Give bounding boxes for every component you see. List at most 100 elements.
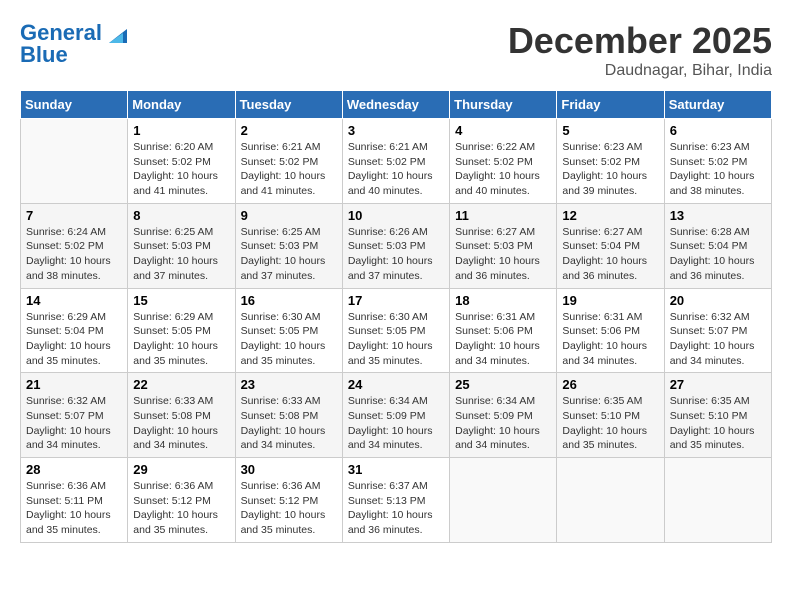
day-info: Sunrise: 6:35 AM Sunset: 5:10 PM Dayligh… — [670, 394, 766, 453]
day-number: 23 — [241, 377, 337, 392]
day-number: 12 — [562, 208, 658, 223]
calendar-cell: 20Sunrise: 6:32 AM Sunset: 5:07 PM Dayli… — [664, 288, 771, 373]
weekday-header-monday: Monday — [128, 91, 235, 119]
calendar-cell: 16 Sunrise: 6:30 AM Sunset: 5:05 PM Dayli… — [235, 288, 342, 373]
calendar-week-5: 28 Sunrise: 6:36 AM Sunset: 5:11 PM Dayli… — [21, 458, 772, 543]
day-number: 7 — [26, 208, 122, 223]
day-info: Sunrise: 6:37 AM Sunset: 5:13 PM Dayligh… — [348, 479, 444, 538]
day-info: Sunrise: 6:22 AM Sunset: 5:02 PM Dayligh… — [455, 140, 551, 199]
month-title: December 2025 — [508, 20, 772, 62]
day-info: Sunrise: 6:36 AM Sunset: 5:11 PM Dayligh… — [26, 479, 122, 538]
day-info: Sunrise: 6:27 AM Sunset: 5:03 PM Dayligh… — [455, 225, 551, 284]
calendar-cell: 14Sunrise: 6:29 AM Sunset: 5:04 PM Dayli… — [21, 288, 128, 373]
weekday-header-tuesday: Tuesday — [235, 91, 342, 119]
day-number: 2 — [241, 123, 337, 138]
calendar-cell — [450, 458, 557, 543]
day-info: Sunrise: 6:23 AM Sunset: 5:02 PM Dayligh… — [670, 140, 766, 199]
calendar-cell: 27 Sunrise: 6:35 AM Sunset: 5:10 PM Dayli… — [664, 373, 771, 458]
day-info: Sunrise: 6:31 AM Sunset: 5:06 PM Dayligh… — [455, 310, 551, 369]
weekday-header-friday: Friday — [557, 91, 664, 119]
day-number: 9 — [241, 208, 337, 223]
day-info: Sunrise: 6:21 AM Sunset: 5:02 PM Dayligh… — [241, 140, 337, 199]
calendar-cell: 7 Sunrise: 6:24 AM Sunset: 5:02 PM Daylig… — [21, 203, 128, 288]
day-info: Sunrise: 6:21 AM Sunset: 5:02 PM Dayligh… — [348, 140, 444, 199]
location: Daudnagar, Bihar, India — [508, 62, 772, 80]
calendar-cell: 18 Sunrise: 6:31 AM Sunset: 5:06 PM Dayli… — [450, 288, 557, 373]
day-info: Sunrise: 6:20 AM Sunset: 5:02 PM Dayligh… — [133, 140, 229, 199]
title-area: December 2025 Daudnagar, Bihar, India — [508, 20, 772, 80]
day-number: 26 — [562, 377, 658, 392]
logo-icon — [109, 25, 127, 43]
day-number: 28 — [26, 462, 122, 477]
calendar-cell: 12Sunrise: 6:27 AM Sunset: 5:04 PM Dayli… — [557, 203, 664, 288]
calendar-cell: 31 Sunrise: 6:37 AM Sunset: 5:13 PM Dayli… — [342, 458, 449, 543]
calendar-cell: 28 Sunrise: 6:36 AM Sunset: 5:11 PM Dayli… — [21, 458, 128, 543]
day-number: 10 — [348, 208, 444, 223]
day-number: 5 — [562, 123, 658, 138]
weekday-header-sunday: Sunday — [21, 91, 128, 119]
day-info: Sunrise: 6:30 AM Sunset: 5:05 PM Dayligh… — [241, 310, 337, 369]
calendar-cell: 29 Sunrise: 6:36 AM Sunset: 5:12 PM Dayli… — [128, 458, 235, 543]
day-info: Sunrise: 6:29 AM Sunset: 5:05 PM Dayligh… — [133, 310, 229, 369]
day-number: 22 — [133, 377, 229, 392]
day-info: Sunrise: 6:30 AM Sunset: 5:05 PM Dayligh… — [348, 310, 444, 369]
day-number: 3 — [348, 123, 444, 138]
day-number: 21 — [26, 377, 122, 392]
calendar-cell: 17 Sunrise: 6:30 AM Sunset: 5:05 PM Dayli… — [342, 288, 449, 373]
day-info: Sunrise: 6:25 AM Sunset: 5:03 PM Dayligh… — [133, 225, 229, 284]
calendar-cell — [664, 458, 771, 543]
calendar-cell: 1 Sunrise: 6:20 AM Sunset: 5:02 PM Daylig… — [128, 119, 235, 204]
weekday-header-saturday: Saturday — [664, 91, 771, 119]
day-info: Sunrise: 6:29 AM Sunset: 5:04 PM Dayligh… — [26, 310, 122, 369]
day-number: 15 — [133, 293, 229, 308]
weekday-header-row: SundayMondayTuesdayWednesdayThursdayFrid… — [21, 91, 772, 119]
day-number: 19 — [562, 293, 658, 308]
logo: General Blue — [20, 20, 127, 68]
day-info: Sunrise: 6:28 AM Sunset: 5:04 PM Dayligh… — [670, 225, 766, 284]
day-number: 13 — [670, 208, 766, 223]
calendar-cell: 8Sunrise: 6:25 AM Sunset: 5:03 PM Daylig… — [128, 203, 235, 288]
calendar-cell: 23 Sunrise: 6:33 AM Sunset: 5:08 PM Dayli… — [235, 373, 342, 458]
calendar-cell: 9Sunrise: 6:25 AM Sunset: 5:03 PM Daylig… — [235, 203, 342, 288]
day-number: 24 — [348, 377, 444, 392]
day-number: 18 — [455, 293, 551, 308]
day-info: Sunrise: 6:35 AM Sunset: 5:10 PM Dayligh… — [562, 394, 658, 453]
page-header: General Blue December 2025 Daudnagar, Bi… — [20, 20, 772, 80]
calendar-cell: 2 Sunrise: 6:21 AM Sunset: 5:02 PM Daylig… — [235, 119, 342, 204]
calendar-cell: 21 Sunrise: 6:32 AM Sunset: 5:07 PM Dayli… — [21, 373, 128, 458]
calendar-cell: 25Sunrise: 6:34 AM Sunset: 5:09 PM Dayli… — [450, 373, 557, 458]
day-info: Sunrise: 6:36 AM Sunset: 5:12 PM Dayligh… — [133, 479, 229, 538]
day-info: Sunrise: 6:36 AM Sunset: 5:12 PM Dayligh… — [241, 479, 337, 538]
calendar-cell: 4 Sunrise: 6:22 AM Sunset: 5:02 PM Daylig… — [450, 119, 557, 204]
day-number: 16 — [241, 293, 337, 308]
day-number: 31 — [348, 462, 444, 477]
day-info: Sunrise: 6:33 AM Sunset: 5:08 PM Dayligh… — [133, 394, 229, 453]
day-info: Sunrise: 6:23 AM Sunset: 5:02 PM Dayligh… — [562, 140, 658, 199]
day-number: 4 — [455, 123, 551, 138]
calendar-week-2: 7 Sunrise: 6:24 AM Sunset: 5:02 PM Daylig… — [21, 203, 772, 288]
calendar-cell: 19Sunrise: 6:31 AM Sunset: 5:06 PM Dayli… — [557, 288, 664, 373]
day-info: Sunrise: 6:26 AM Sunset: 5:03 PM Dayligh… — [348, 225, 444, 284]
calendar-cell: 6 Sunrise: 6:23 AM Sunset: 5:02 PM Daylig… — [664, 119, 771, 204]
day-info: Sunrise: 6:32 AM Sunset: 5:07 PM Dayligh… — [26, 394, 122, 453]
day-info: Sunrise: 6:24 AM Sunset: 5:02 PM Dayligh… — [26, 225, 122, 284]
calendar-cell: 30Sunrise: 6:36 AM Sunset: 5:12 PM Dayli… — [235, 458, 342, 543]
day-number: 27 — [670, 377, 766, 392]
day-number: 29 — [133, 462, 229, 477]
calendar-cell: 11Sunrise: 6:27 AM Sunset: 5:03 PM Dayli… — [450, 203, 557, 288]
calendar-cell: 22 Sunrise: 6:33 AM Sunset: 5:08 PM Dayli… — [128, 373, 235, 458]
day-number: 6 — [670, 123, 766, 138]
calendar-week-1: 1 Sunrise: 6:20 AM Sunset: 5:02 PM Daylig… — [21, 119, 772, 204]
calendar-week-3: 14Sunrise: 6:29 AM Sunset: 5:04 PM Dayli… — [21, 288, 772, 373]
calendar-cell: 26 Sunrise: 6:35 AM Sunset: 5:10 PM Dayli… — [557, 373, 664, 458]
day-number: 25 — [455, 377, 551, 392]
day-info: Sunrise: 6:33 AM Sunset: 5:08 PM Dayligh… — [241, 394, 337, 453]
weekday-header-thursday: Thursday — [450, 91, 557, 119]
calendar-cell: 5 Sunrise: 6:23 AM Sunset: 5:02 PM Daylig… — [557, 119, 664, 204]
calendar-cell — [557, 458, 664, 543]
calendar-cell: 15 Sunrise: 6:29 AM Sunset: 5:05 PM Dayli… — [128, 288, 235, 373]
day-number: 17 — [348, 293, 444, 308]
day-number: 1 — [133, 123, 229, 138]
weekday-header-wednesday: Wednesday — [342, 91, 449, 119]
calendar-cell: 13 Sunrise: 6:28 AM Sunset: 5:04 PM Dayli… — [664, 203, 771, 288]
